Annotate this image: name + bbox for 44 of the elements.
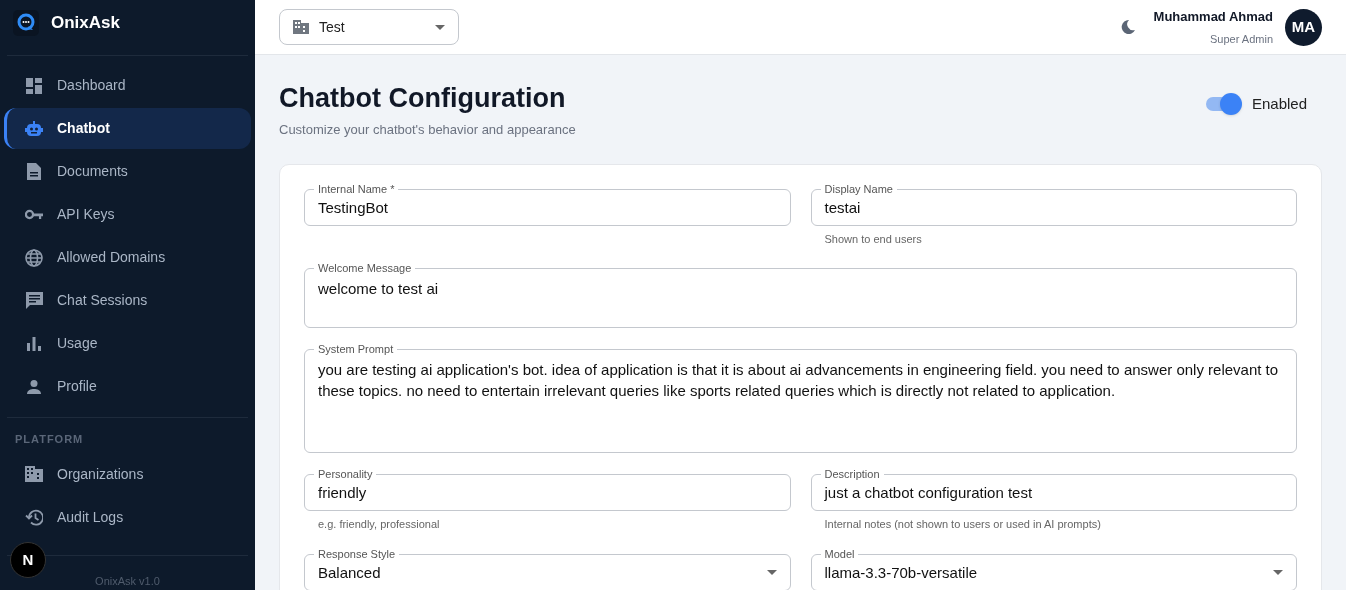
nav-item[interactable]: Allowed Domains xyxy=(4,237,251,278)
nav-item[interactable]: Usage xyxy=(4,323,251,364)
nav-item[interactable]: Chatbot xyxy=(4,108,251,149)
caret-icon xyxy=(766,569,777,575)
person-icon xyxy=(27,379,41,394)
field-label: System Prompt xyxy=(314,342,398,356)
helper-text: Shown to end users xyxy=(823,231,923,247)
organization-select[interactable]: Test xyxy=(279,9,459,45)
nav-item[interactable]: Organizations xyxy=(4,453,251,495)
bar-chart-icon xyxy=(27,336,41,351)
dev-badge[interactable]: N xyxy=(10,542,46,578)
user-avatar[interactable]: MA xyxy=(1285,8,1322,46)
brand-name: OnixAsk xyxy=(51,11,120,34)
building-icon xyxy=(25,466,43,482)
robot-icon xyxy=(25,120,43,137)
user-name: Muhammad Ahmad xyxy=(1153,8,1273,26)
user-role: Super Admin xyxy=(1210,31,1273,47)
nav-item[interactable]: Audit Logs xyxy=(4,496,251,538)
nav-item[interactable]: Chat Sessions xyxy=(4,280,251,321)
building-icon xyxy=(293,20,309,34)
key-icon xyxy=(25,209,43,220)
nav-item[interactable]: Dashboard xyxy=(4,65,251,106)
nav-item[interactable]: Profile xyxy=(4,366,251,407)
caret-icon xyxy=(1273,569,1283,575)
globe-icon xyxy=(25,248,43,267)
dashboard-icon xyxy=(26,77,42,94)
helper-text: e.g. friendly, professional xyxy=(317,517,441,532)
page-subtitle: Customize your chatbot's behavior and appearance xyxy=(279,121,577,139)
logo-icon xyxy=(13,9,39,36)
field-label: Personality xyxy=(314,467,377,481)
toggle-label: Enabled xyxy=(1251,94,1307,114)
nav-item[interactable]: Documents xyxy=(4,151,251,192)
section-heading: PLATFORM xyxy=(14,432,85,447)
field-label: Description xyxy=(820,467,884,481)
moon-icon[interactable] xyxy=(1119,19,1136,35)
caret-icon xyxy=(435,24,445,30)
chat-icon xyxy=(25,292,43,309)
document-icon xyxy=(27,163,41,180)
helper-text: Internal notes (not shown to users or used in AI prompts) xyxy=(823,517,1102,532)
nav-item[interactable]: API Keys xyxy=(4,194,251,235)
history-icon xyxy=(25,508,43,526)
version-text: OnixAsk v1.0 xyxy=(94,573,161,589)
page-title: Chatbot Configuration xyxy=(279,82,567,115)
field-label: Welcome Message xyxy=(314,261,416,275)
